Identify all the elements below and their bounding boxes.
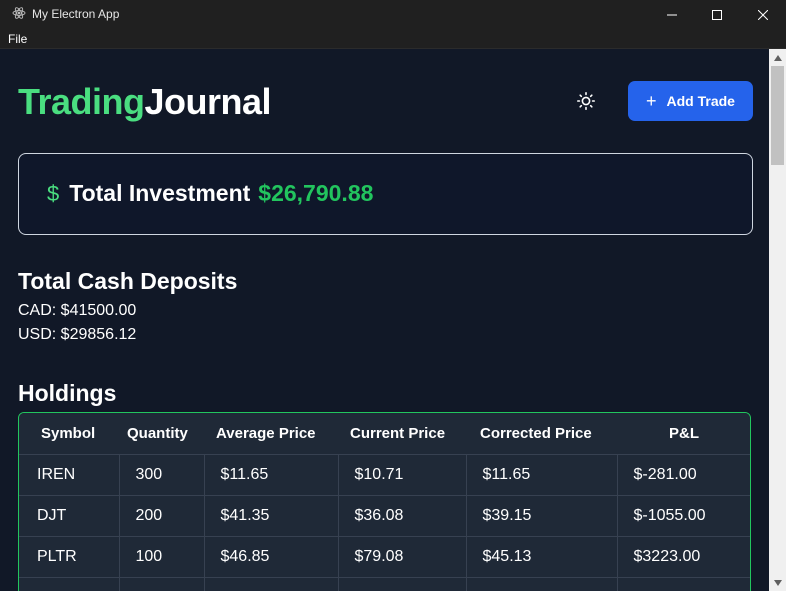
logo-trading: Trading [18,81,145,122]
vertical-scrollbar[interactable] [769,49,786,591]
menu-file[interactable]: File [8,32,27,46]
cell-quantity: 100 [119,535,205,577]
total-investment-card: $ Total Investment $26,790.88 [18,153,753,235]
holdings-table: Symbol Quantity Average Price Current Pr… [18,412,751,591]
cell-pnl: $3223.00 [617,535,750,577]
table-row[interactable]: DJT 200 $41.35 $36.08 $39.15 $-1055.00 [19,494,750,536]
chevron-down-icon [773,579,782,586]
main-content: TradingJournal + Add Trade $ Total Inves… [0,49,769,591]
minimize-icon [667,14,677,15]
add-trade-label: Add Trade [666,93,735,109]
app-logo: TradingJournal [18,81,272,123]
theme-toggle-button[interactable] [572,87,600,115]
logo-journal: Journal [144,81,272,122]
cell-average-price: $41.35 [204,494,339,536]
scroll-up-button[interactable] [769,49,786,66]
electron-app-icon [12,7,26,19]
cell-current-price: $79.08 [338,535,467,577]
close-button[interactable] [741,0,785,29]
cell-pnl: $-1055.00 [617,494,750,536]
window-titlebar: My Electron App [0,0,786,29]
cell-empty [617,576,750,591]
scroll-down-button[interactable] [769,574,786,591]
menu-bar: File [0,29,786,49]
cell-corrected-price: $11.65 [466,453,618,495]
cell-current-price: $10.71 [338,453,467,495]
cell-empty [204,576,339,591]
cell-average-price: $46.85 [204,535,339,577]
cell-quantity: 200 [119,494,205,536]
scrollbar-thumb[interactable] [771,66,784,165]
cell-empty [19,576,120,591]
column-header-quantity[interactable]: Quantity [119,413,204,454]
plus-icon: + [646,91,657,111]
cell-current-price: $36.08 [338,494,467,536]
cell-symbol: PLTR [19,535,120,577]
total-investment-value: $26,790.88 [258,180,374,206]
dollar-icon: $ [47,180,60,206]
table-row[interactable]: PLTR 100 $46.85 $79.08 $45.13 $3223.00 [19,535,750,577]
cell-symbol: IREN [19,453,120,495]
cell-empty [338,576,467,591]
column-header-pnl[interactable]: P&L [617,413,750,454]
table-row[interactable]: IREN 300 $11.65 $10.71 $11.65 $-281.00 [19,453,750,495]
cell-corrected-price: $39.15 [466,494,618,536]
chevron-up-icon [773,54,782,61]
sun-icon [577,92,595,110]
window-title: My Electron App [32,7,120,21]
holdings-title: Holdings [18,380,117,406]
total-investment-label: Total Investment [69,180,251,206]
maximize-icon [712,9,722,20]
column-header-average-price[interactable]: Average Price [204,413,338,454]
deposit-cad: CAD: $41500.00 [18,302,137,319]
cell-symbol: DJT [19,494,120,536]
cell-quantity: 300 [119,453,205,495]
cell-empty [466,576,618,591]
add-trade-button[interactable]: + Add Trade [628,81,753,121]
table-header-row: Symbol Quantity Average Price Current Pr… [19,413,750,454]
minimize-button[interactable] [650,0,694,29]
column-header-symbol[interactable]: Symbol [19,413,119,454]
deposit-usd: USD: $29856.12 [18,326,137,343]
cell-average-price: $11.65 [204,453,339,495]
cell-pnl: $-281.00 [617,453,750,495]
deposits-title: Total Cash Deposits [18,268,238,294]
column-header-current-price[interactable]: Current Price [338,413,466,454]
column-header-corrected-price[interactable]: Corrected Price [466,413,617,454]
maximize-button[interactable] [695,0,739,29]
cell-corrected-price: $45.13 [466,535,618,577]
cell-empty [119,576,205,591]
table-row[interactable] [19,576,750,591]
close-icon [758,9,768,20]
